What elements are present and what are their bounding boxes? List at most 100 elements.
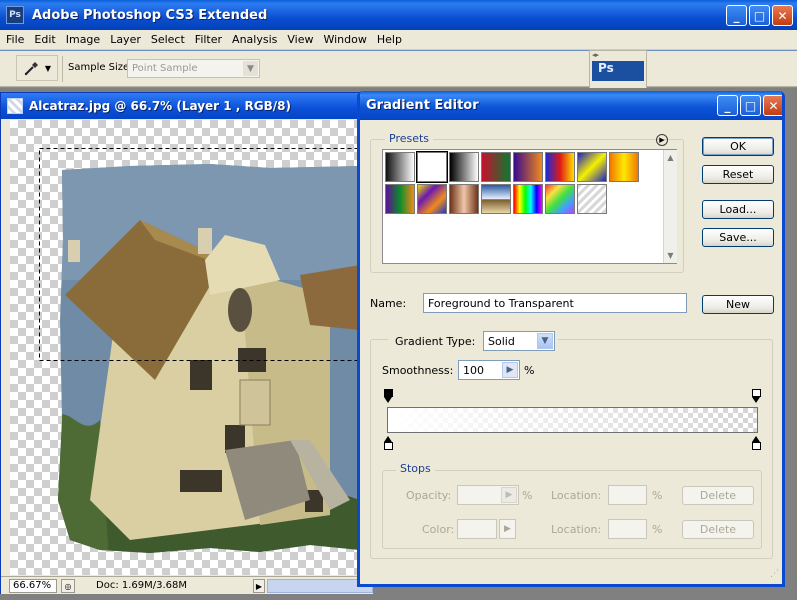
- preset-swatch-orange-yellow-orange[interactable]: [609, 152, 639, 182]
- opacity-stop-right[interactable]: [752, 389, 761, 403]
- opacity-label: Opacity:: [406, 489, 452, 502]
- sample-size-value: Point Sample: [132, 63, 198, 74]
- palette-grip-icon[interactable]: ◂▸: [590, 51, 646, 59]
- smoothness-unit: %: [524, 364, 535, 377]
- menu-analysis[interactable]: Analysis: [228, 33, 281, 46]
- ok-button[interactable]: OK: [702, 137, 774, 156]
- opacity-delete-button[interactable]: Delete: [682, 486, 754, 505]
- save-button[interactable]: Save...: [702, 228, 774, 247]
- color-menu-arrow-icon[interactable]: ▶: [499, 519, 516, 539]
- opacity-slider-arrow-icon: ▶: [501, 487, 517, 503]
- preset-swatch-transparent-stripes[interactable]: [577, 184, 607, 214]
- menu-view[interactable]: View: [283, 33, 317, 46]
- preset-swatch-foreground-to-transparent[interactable]: [416, 151, 448, 183]
- options-bar: ▼ Sample Size: Point Sample ▼: [0, 51, 797, 87]
- preset-swatch-spectrum[interactable]: [513, 184, 543, 214]
- app-titlebar[interactable]: Ps Adobe Photoshop CS3 Extended _ □ ✕: [0, 0, 797, 30]
- stop-pointer-icon: [752, 397, 760, 403]
- eyedropper-icon: [24, 62, 38, 76]
- preset-swatch-foreground-to-background[interactable]: [385, 152, 415, 182]
- opacity-stop-swatch: [384, 389, 393, 397]
- menu-image[interactable]: Image: [62, 33, 104, 46]
- menu-layer[interactable]: Layer: [106, 33, 145, 46]
- menu-edit[interactable]: Edit: [30, 33, 59, 46]
- document-icon: [7, 98, 23, 114]
- load-button[interactable]: Load...: [702, 200, 774, 219]
- color-swatch-input[interactable]: [457, 519, 497, 539]
- alcatraz-photo: [39, 148, 360, 553]
- app-title: Adobe Photoshop CS3 Extended: [32, 7, 268, 23]
- sample-size-select[interactable]: Point Sample ▼: [127, 59, 260, 78]
- document-title: Alcatraz.jpg @ 66.7% (Layer 1 , RGB/8): [29, 99, 291, 113]
- close-icon[interactable]: ✕: [772, 5, 793, 26]
- opacity-stop-left[interactable]: [384, 389, 393, 403]
- image-canvas[interactable]: [10, 120, 360, 575]
- opacity-input[interactable]: ▶: [457, 485, 519, 505]
- scroll-down-icon[interactable]: ▼: [664, 249, 677, 262]
- smoothness-slider-arrow-icon[interactable]: ▶: [502, 362, 518, 378]
- presets-panel[interactable]: ▲ ▼: [382, 149, 677, 264]
- status-arrow-icon[interactable]: ▶: [253, 579, 265, 593]
- palette-well[interactable]: ◂▸ Ps: [589, 50, 647, 90]
- palette-ps-tab[interactable]: Ps: [592, 61, 644, 81]
- maximize-icon[interactable]: □: [749, 5, 770, 26]
- preset-swatch-red-green[interactable]: [481, 152, 511, 182]
- status-menu-icon[interactable]: ◎: [61, 579, 75, 593]
- close-icon[interactable]: ✕: [763, 95, 782, 116]
- menu-help[interactable]: Help: [373, 33, 406, 46]
- gradient-name-input[interactable]: Foreground to Transparent: [423, 293, 687, 313]
- opacity-stop-swatch: [752, 389, 761, 397]
- dialog-titlebar[interactable]: Gradient Editor _ □ ✕: [360, 91, 782, 120]
- tool-preset-arrow-icon: ▼: [44, 63, 52, 73]
- color-label: Color:: [422, 523, 455, 536]
- color-stop-swatch: [752, 442, 761, 450]
- document-titlebar[interactable]: Alcatraz.jpg @ 66.7% (Layer 1 , RGB/8): [1, 93, 371, 119]
- color-location-unit: %: [652, 523, 663, 536]
- minimize-icon[interactable]: _: [726, 5, 747, 26]
- presets-scrollbar[interactable]: ▲ ▼: [663, 150, 677, 263]
- menu-filter[interactable]: Filter: [191, 33, 226, 46]
- stop-pointer-icon: [384, 397, 392, 403]
- preset-swatch-blue-red-yellow[interactable]: [545, 152, 575, 182]
- zoom-field[interactable]: 66.67%: [9, 579, 57, 593]
- preset-swatch-yellow-violet-orange-blue[interactable]: [417, 184, 447, 214]
- options-separator: [62, 56, 63, 82]
- gradient-type-label: Gradient Type:: [395, 335, 476, 348]
- presets-menu-icon[interactable]: ▶: [656, 134, 668, 146]
- reset-button[interactable]: Reset: [702, 165, 774, 184]
- menu-file[interactable]: File: [2, 33, 28, 46]
- smoothness-input[interactable]: 100 ▶: [458, 360, 520, 380]
- scroll-up-icon[interactable]: ▲: [664, 151, 677, 164]
- resize-grip-icon[interactable]: ⋰: [770, 569, 779, 579]
- minimize-icon[interactable]: _: [717, 95, 738, 116]
- preset-swatch-violet-green-orange[interactable]: [385, 184, 415, 214]
- stops-label: Stops: [396, 462, 435, 475]
- color-stop-left[interactable]: [384, 436, 393, 450]
- menu-select[interactable]: Select: [147, 33, 189, 46]
- new-button[interactable]: New: [702, 295, 774, 314]
- opacity-location-input[interactable]: [608, 485, 647, 505]
- smoothness-value: 100: [463, 364, 484, 377]
- presets-label: Presets: [385, 132, 434, 145]
- color-stop-right[interactable]: [752, 436, 761, 450]
- preset-swatch-violet-orange[interactable]: [513, 152, 543, 182]
- chevron-down-icon: ▼: [243, 61, 258, 76]
- maximize-icon[interactable]: □: [740, 95, 761, 116]
- preset-swatch-transparent-rainbow[interactable]: [545, 184, 575, 214]
- color-stop-swatch: [384, 442, 393, 450]
- gradient-type-value: Solid: [488, 335, 515, 348]
- preset-swatch-copper[interactable]: [449, 184, 479, 214]
- menu-window[interactable]: Window: [319, 33, 370, 46]
- gradient-preview-bar[interactable]: [387, 407, 758, 433]
- sample-size-label: Sample Size:: [68, 62, 133, 73]
- preset-swatch-chrome[interactable]: [481, 184, 511, 214]
- chevron-down-icon: ▼: [537, 333, 553, 349]
- opacity-location-label: Location:: [551, 489, 602, 502]
- color-location-input[interactable]: [608, 519, 647, 539]
- color-delete-button[interactable]: Delete: [682, 520, 754, 539]
- tool-preset-picker[interactable]: ▼: [16, 55, 58, 81]
- menubar: File Edit Image Layer Select Filter Anal…: [0, 30, 797, 50]
- preset-swatch-blue-yellow-blue[interactable]: [577, 152, 607, 182]
- preset-swatch-black-white[interactable]: [449, 152, 479, 182]
- gradient-type-select[interactable]: Solid ▼: [483, 331, 555, 351]
